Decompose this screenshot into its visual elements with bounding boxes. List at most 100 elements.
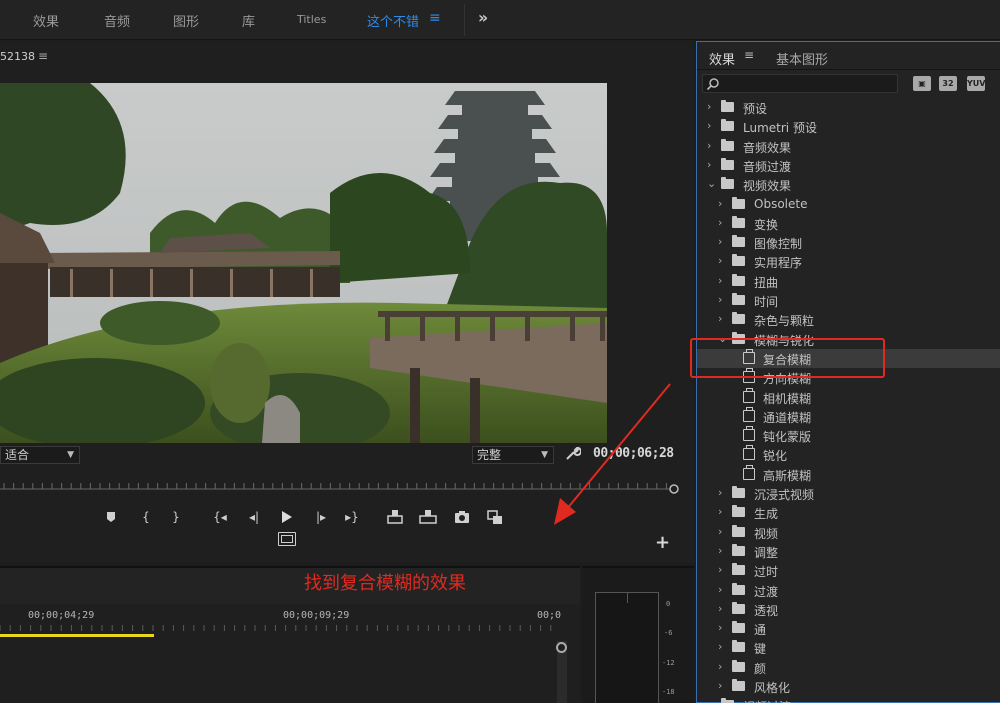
effect-folder[interactable]: › 键 [697, 638, 1000, 657]
effect-item[interactable]: 钝化蒙版 [697, 426, 1000, 445]
scrollbar-knob[interactable] [556, 642, 567, 653]
go-to-out-icon[interactable]: ▸} [340, 507, 364, 527]
workspace-tab-libraries[interactable]: 库 [242, 11, 255, 30]
effect-folder[interactable]: › 实用程序 [697, 252, 1000, 271]
chevron-right-icon[interactable]: › [718, 254, 722, 267]
effect-folder[interactable]: › 扭曲 [697, 272, 1000, 291]
chevron-right-icon[interactable]: › [718, 216, 722, 229]
chevron-right-icon[interactable]: › [718, 505, 722, 518]
chevron-right-icon[interactable]: › [718, 293, 722, 306]
effect-folder[interactable]: › 音频效果 [697, 137, 1000, 156]
effect-folder[interactable]: › 过时 [697, 561, 1000, 580]
effect-folder[interactable]: › Lumetri 预设 [697, 117, 1000, 136]
effect-folder[interactable]: › 生成 [697, 503, 1000, 522]
tab-effects[interactable]: 效果 [709, 49, 735, 68]
add-marker-icon[interactable] [101, 507, 121, 527]
chevron-right-icon[interactable]: › [718, 235, 722, 248]
effect-item[interactable]: 高斯模糊 [697, 464, 1000, 484]
lift-icon[interactable] [385, 507, 405, 527]
fit-zoom-select[interactable]: 适合 ▼ [0, 446, 80, 464]
effect-item-label: 杂色与颗粒 [754, 314, 815, 329]
effect-folder[interactable]: › 音频过渡 [697, 156, 1000, 175]
workspace-tab-custom[interactable]: 这个不错 [367, 11, 419, 30]
workspace-tab-effects[interactable]: 效果 [33, 11, 59, 30]
effect-folder[interactable]: › 风格化 [697, 677, 1000, 696]
chevron-right-icon[interactable]: › [718, 583, 722, 596]
video-effect-icon [743, 445, 755, 461]
effect-item-label: 调整 [754, 545, 779, 560]
work-area-bar[interactable] [0, 634, 154, 637]
folder-icon [721, 157, 734, 170]
effect-item-label: 实用程序 [754, 256, 803, 271]
hamburger-icon[interactable]: ≡ [429, 10, 441, 26]
effect-folder[interactable]: › 沉浸式视频 [697, 484, 1000, 503]
mark-in-icon[interactable]: { [136, 507, 156, 527]
workspace-tab-titles[interactable]: Titles [297, 13, 326, 26]
32bit-effects-badge[interactable]: 32 [939, 76, 957, 91]
effect-folder[interactable]: › 通 [697, 619, 1000, 638]
mark-out-icon[interactable]: } [166, 507, 186, 527]
effect-folder[interactable]: › 变换 [697, 214, 1000, 233]
effects-search-input[interactable] [702, 74, 898, 93]
video-frame[interactable] [0, 83, 607, 443]
go-to-in-icon[interactable]: {◂ [208, 507, 232, 527]
chevron-right-icon[interactable]: › [707, 698, 711, 703]
chevron-right-icon[interactable]: › [718, 640, 722, 653]
chevron-right-icon[interactable]: › [718, 544, 722, 557]
chevron-right-icon[interactable]: › [718, 679, 722, 692]
chevron-right-icon[interactable]: › [707, 139, 711, 152]
double-chevron-right-icon[interactable]: ›› [478, 8, 488, 27]
effect-item-label: 键 [754, 642, 767, 657]
chevron-right-icon[interactable]: › [718, 525, 722, 538]
workspace-tab-audio[interactable]: 音频 [104, 11, 130, 30]
comparison-view-icon[interactable] [485, 507, 505, 527]
extract-icon[interactable] [418, 507, 438, 527]
hamburger-icon[interactable]: ≡ [38, 49, 48, 63]
chevron-right-icon[interactable]: › [718, 660, 722, 673]
chevron-right-icon[interactable]: › [718, 274, 722, 287]
effect-folder[interactable]: › Obsolete [697, 195, 1000, 214]
chevron-right-icon[interactable]: › [718, 621, 722, 634]
timeline-ruler-label: 00;0 [537, 610, 562, 621]
effect-item-label: 时间 [754, 295, 779, 309]
chevron-right-icon[interactable]: › [718, 602, 722, 615]
effect-item[interactable]: 锐化 [697, 445, 1000, 464]
play-icon[interactable] [276, 507, 296, 527]
chevron-right-icon[interactable]: › [707, 158, 711, 171]
yuv-effects-badge[interactable]: YUV [967, 76, 985, 91]
safe-margins-icon[interactable] [278, 532, 296, 546]
effect-folder[interactable]: ⌄ 视频效果 [697, 175, 1000, 194]
step-forward-icon[interactable]: |▸ [311, 507, 331, 527]
hamburger-icon[interactable]: ≡ [744, 48, 754, 62]
effect-item[interactable]: 相机模糊 [697, 387, 1000, 407]
accelerated-effects-icon[interactable]: ▣ [913, 76, 931, 91]
chevron-down-icon[interactable]: ⌄ [707, 177, 716, 190]
workspace-tab-graphics[interactable]: 图形 [173, 11, 199, 30]
playback-resolution-select[interactable]: 完整 ▼ [472, 446, 554, 464]
effect-item-label: 预设 [743, 102, 768, 116]
effect-folder[interactable]: › 视频过渡 [697, 696, 1000, 703]
chevron-right-icon[interactable]: › [707, 100, 711, 113]
chevron-right-icon[interactable]: › [718, 563, 722, 576]
effect-item[interactable]: 通道模糊 [697, 406, 1000, 426]
tab-essential-graphics[interactable]: 基本图形 [776, 49, 828, 68]
effect-folder[interactable]: › 杂色与颗粒 [697, 310, 1000, 329]
meter-db-label: 0 [666, 600, 671, 608]
effect-folder[interactable]: › 预设 [697, 98, 1000, 117]
effect-folder[interactable]: › 图像控制 [697, 233, 1000, 252]
effect-folder[interactable]: › 视频 [697, 523, 1000, 542]
step-back-icon[interactable]: ◂| [244, 507, 264, 527]
camera-icon[interactable] [452, 507, 472, 527]
effect-folder[interactable]: › 透视 [697, 600, 1000, 619]
chevron-right-icon[interactable]: › [718, 312, 722, 325]
chevron-right-icon[interactable]: › [707, 119, 711, 132]
folder-icon [732, 312, 745, 325]
folder-icon [732, 601, 745, 614]
effect-folder[interactable]: › 颜 [697, 658, 1000, 677]
effect-folder[interactable]: › 过渡 [697, 581, 1000, 600]
add-button-icon[interactable]: + [655, 534, 670, 552]
effect-folder[interactable]: › 时间 [697, 291, 1000, 310]
effect-folder[interactable]: › 调整 [697, 542, 1000, 561]
chevron-right-icon[interactable]: › [718, 197, 722, 210]
chevron-right-icon[interactable]: › [718, 486, 722, 499]
